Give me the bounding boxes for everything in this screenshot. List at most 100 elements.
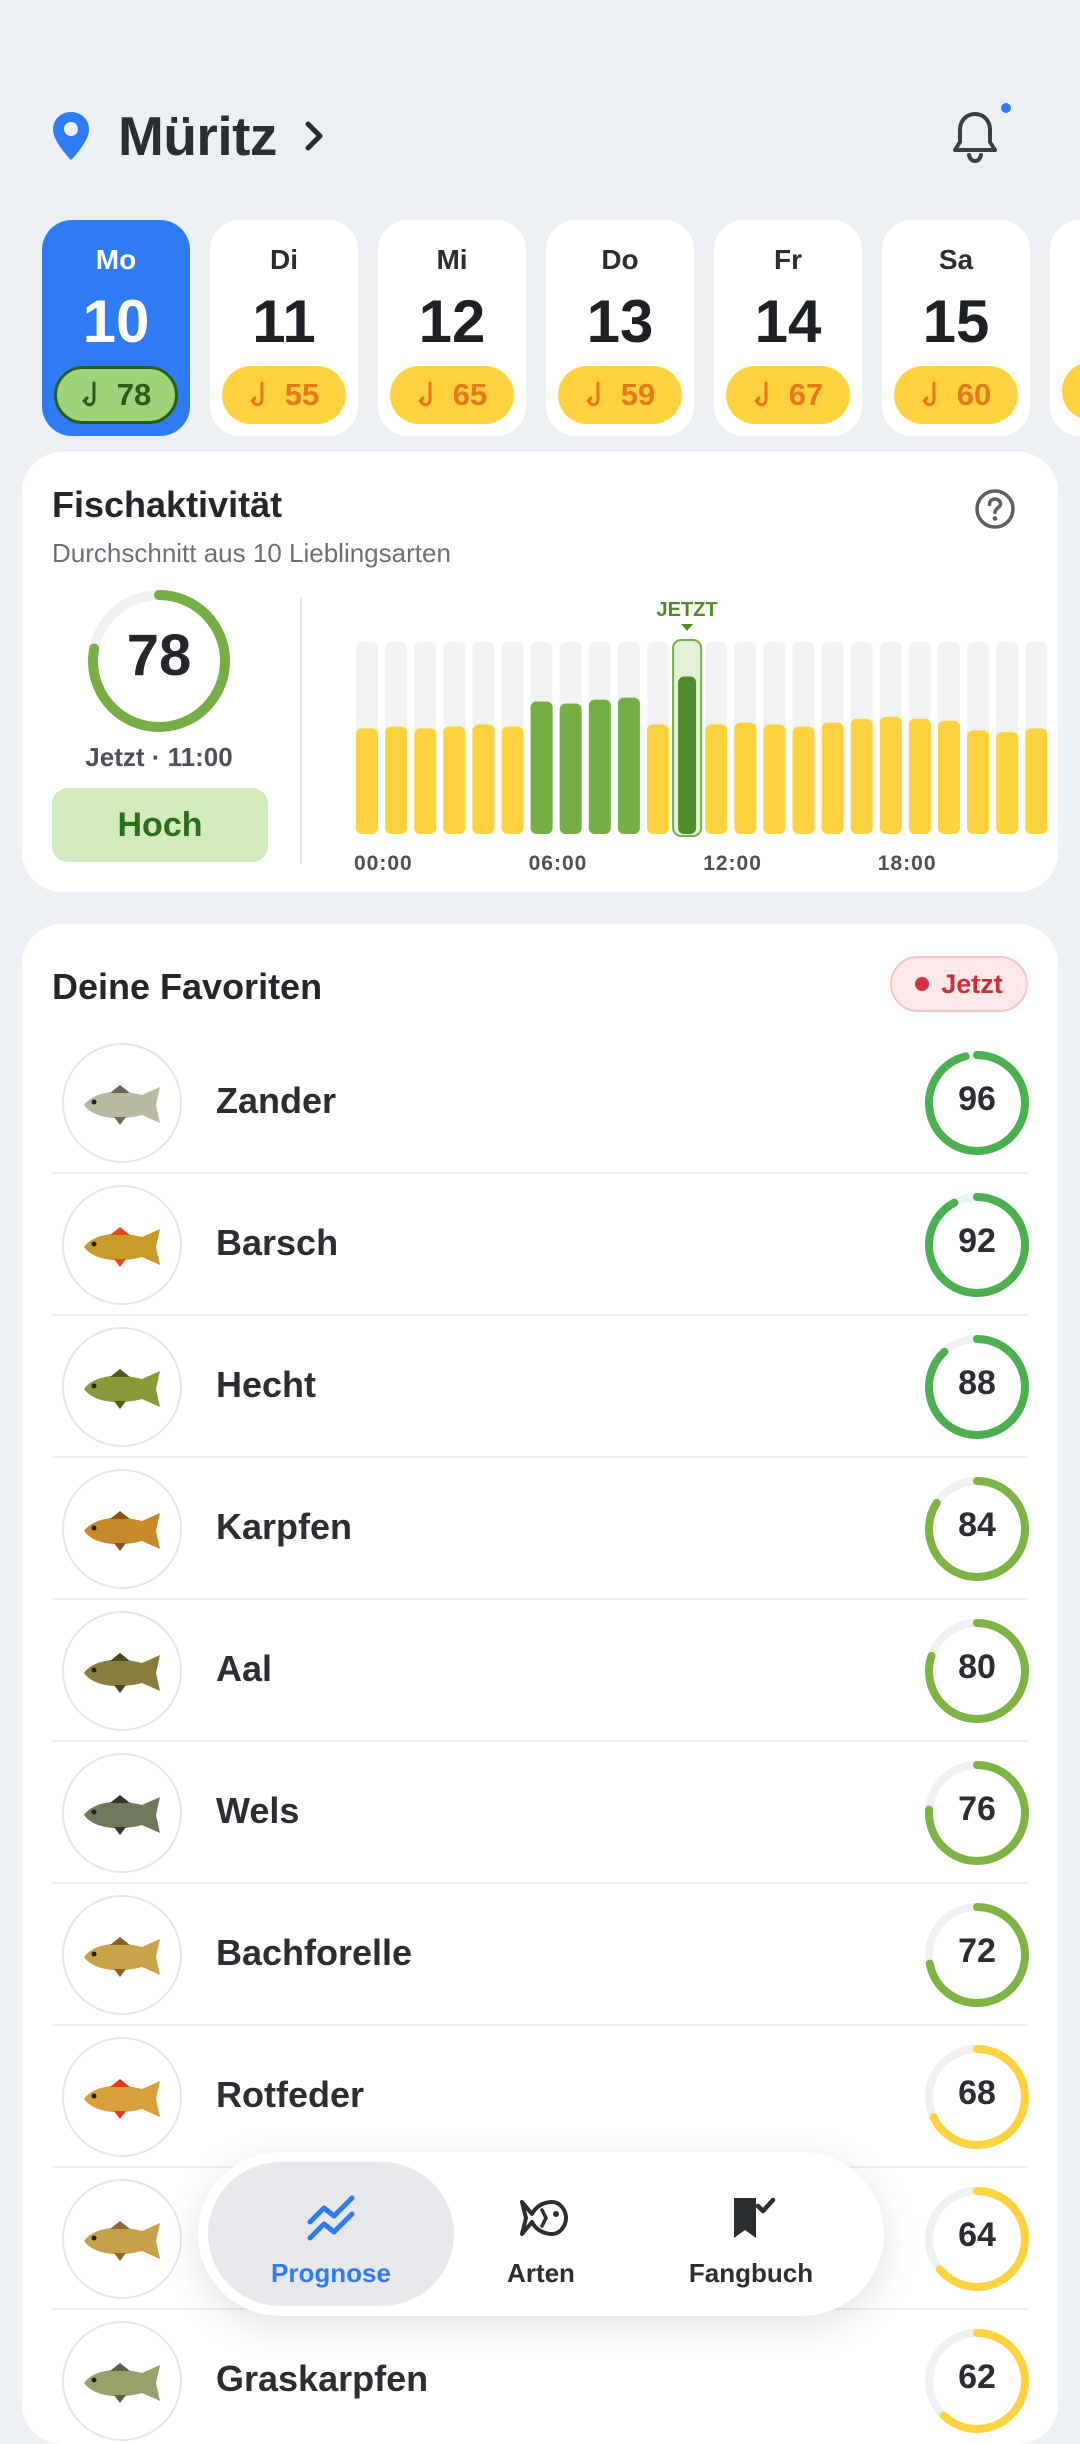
- now-badge[interactable]: Jetzt: [890, 956, 1028, 1012]
- activity-bar-03[interactable]: [443, 726, 466, 834]
- fish-avatar: [62, 1185, 182, 1305]
- day-name: Mi: [436, 244, 468, 275]
- activity-bar-06[interactable]: [530, 701, 553, 834]
- activity-bar-04[interactable]: [472, 724, 495, 834]
- day-tab-mo[interactable]: Mo 10 78: [42, 220, 190, 436]
- x-tick-label: 18:00: [878, 852, 937, 875]
- day-score: 55: [284, 377, 320, 412]
- day-number: 10: [82, 288, 150, 355]
- fish-name: Wels: [216, 1790, 300, 1831]
- fish-illustration-icon: [84, 1085, 160, 1125]
- activity-bar-22[interactable]: [996, 732, 1019, 834]
- list-item[interactable]: Hecht 88: [52, 1316, 1029, 1458]
- day-tab-next[interactable]: [1050, 220, 1080, 436]
- fish-illustration-icon: [84, 2079, 160, 2119]
- day-number: 14: [754, 288, 822, 355]
- activity-bar-11[interactable]: [678, 676, 697, 834]
- fish-illustration-icon: [84, 2221, 160, 2261]
- current-time-label: Jetzt · 11:00: [85, 742, 233, 772]
- divider: [300, 598, 302, 864]
- header: Müritz: [0, 0, 1080, 210]
- activity-bar-20[interactable]: [938, 720, 960, 834]
- activity-bar-15[interactable]: [792, 726, 815, 834]
- day-name: Do: [601, 244, 639, 275]
- list-item[interactable]: Barsch 92: [52, 1174, 1029, 1316]
- list-item[interactable]: Bachforelle 72: [52, 1884, 1029, 2026]
- activity-bar-02[interactable]: [414, 728, 437, 834]
- hourly-activity-chart[interactable]: JETZT 00:00 06:00 12:00 18:00: [322, 592, 1052, 892]
- live-dot-icon: [915, 977, 930, 991]
- activity-bar-17[interactable]: [850, 718, 873, 834]
- activity-score: 78: [126, 623, 192, 688]
- list-item[interactable]: Wels 76: [52, 1742, 1029, 1884]
- activity-bar-18[interactable]: [879, 716, 902, 834]
- activity-bar-14[interactable]: [763, 724, 786, 834]
- activity-bar-08[interactable]: [588, 699, 611, 834]
- fish-name: Karpfen: [216, 1506, 353, 1547]
- activity-bar-07[interactable]: [559, 703, 582, 834]
- card-title: Fischaktivität: [52, 484, 283, 525]
- activity-bar-00[interactable]: [356, 728, 378, 834]
- x-tick-label: 00:00: [354, 852, 413, 875]
- fishing-hook-icon: [418, 381, 432, 407]
- fish-name: Graskarpfen: [216, 2358, 429, 2399]
- bell-icon[interactable]: [944, 106, 1006, 168]
- fish-avatar: [62, 2321, 182, 2441]
- fish-score: 68: [958, 2074, 996, 2112]
- day-tab-sa[interactable]: Sa 15 60: [882, 220, 1030, 436]
- activity-bar-23[interactable]: [1025, 728, 1048, 834]
- list-item[interactable]: Rotfeder 68: [52, 2026, 1029, 2168]
- list-item[interactable]: Aal 80: [52, 1600, 1029, 1742]
- day-name: Sa: [938, 244, 974, 275]
- map-pin-icon[interactable]: [50, 110, 92, 162]
- location-name[interactable]: Müritz: [118, 104, 277, 168]
- fish-score: 80: [958, 1648, 996, 1686]
- day-score: 78: [116, 377, 152, 412]
- now-marker-label: JETZT: [657, 599, 718, 621]
- favorites-title: Deine Favoriten: [52, 966, 323, 1007]
- fishing-hook-icon: [250, 381, 264, 407]
- fish-avatar: [62, 2179, 182, 2299]
- chevron-right-icon[interactable]: [300, 118, 328, 154]
- nav-label: Fangbuch: [688, 2258, 814, 2288]
- bookmark-check-icon: [734, 2197, 776, 2238]
- fish-avatar: [62, 1469, 182, 1589]
- fish-illustration-icon: [84, 1369, 160, 1409]
- fishing-hook-icon: [922, 381, 936, 407]
- fish-score: 64: [958, 2216, 996, 2254]
- fish-illustration-icon: [84, 1511, 160, 1551]
- list-item[interactable]: Karpfen 84: [52, 1458, 1029, 1600]
- nav-fangbuch[interactable]: Fangbuch: [628, 2162, 874, 2306]
- fish-score: 72: [958, 1932, 996, 1970]
- activity-bar-10[interactable]: [647, 724, 669, 834]
- day-selector: Mo 10 78 Di 11 55 Mi 12 65 Do 13 59 Fr 14 67 Sa 15 60: [0, 220, 1080, 438]
- activity-bar-21[interactable]: [967, 730, 990, 834]
- activity-bar-12[interactable]: [705, 724, 728, 834]
- day-score: 59: [620, 377, 656, 412]
- day-score: 65: [452, 377, 488, 412]
- day-number: 11: [252, 288, 316, 355]
- notification-dot: [998, 100, 1014, 116]
- card-subtitle: Durchschnitt aus 10 Lieblingsarten: [52, 538, 451, 568]
- activity-bar-13[interactable]: [734, 722, 757, 834]
- activity-bar-16[interactable]: [821, 722, 844, 834]
- list-item[interactable]: Zander 96: [52, 1032, 1029, 1174]
- fish-score: 62: [958, 2358, 996, 2396]
- day-tab-di[interactable]: Di 11 55: [210, 220, 358, 436]
- day-tab-do[interactable]: Do 13 59: [546, 220, 694, 436]
- fishing-hook-icon: [82, 381, 96, 407]
- fish-name: Rotfeder: [216, 2074, 365, 2115]
- activity-bar-01[interactable]: [385, 726, 408, 834]
- fishing-hook-icon: [754, 381, 768, 407]
- help-icon[interactable]: [974, 488, 1016, 530]
- day-score-pill: 78: [54, 366, 178, 424]
- activity-bar-09[interactable]: [617, 697, 640, 834]
- day-tab-mi[interactable]: Mi 12 65: [378, 220, 526, 436]
- fish-avatar: [62, 2037, 182, 2157]
- fish-score: 84: [958, 1506, 996, 1544]
- day-tab-fr[interactable]: Fr 14 67: [714, 220, 862, 436]
- list-item[interactable]: Graskarpfen 62: [52, 2310, 1029, 2444]
- now-badge-label: Jetzt: [941, 968, 1003, 999]
- activity-bar-19[interactable]: [908, 718, 931, 834]
- activity-bar-05[interactable]: [501, 726, 524, 834]
